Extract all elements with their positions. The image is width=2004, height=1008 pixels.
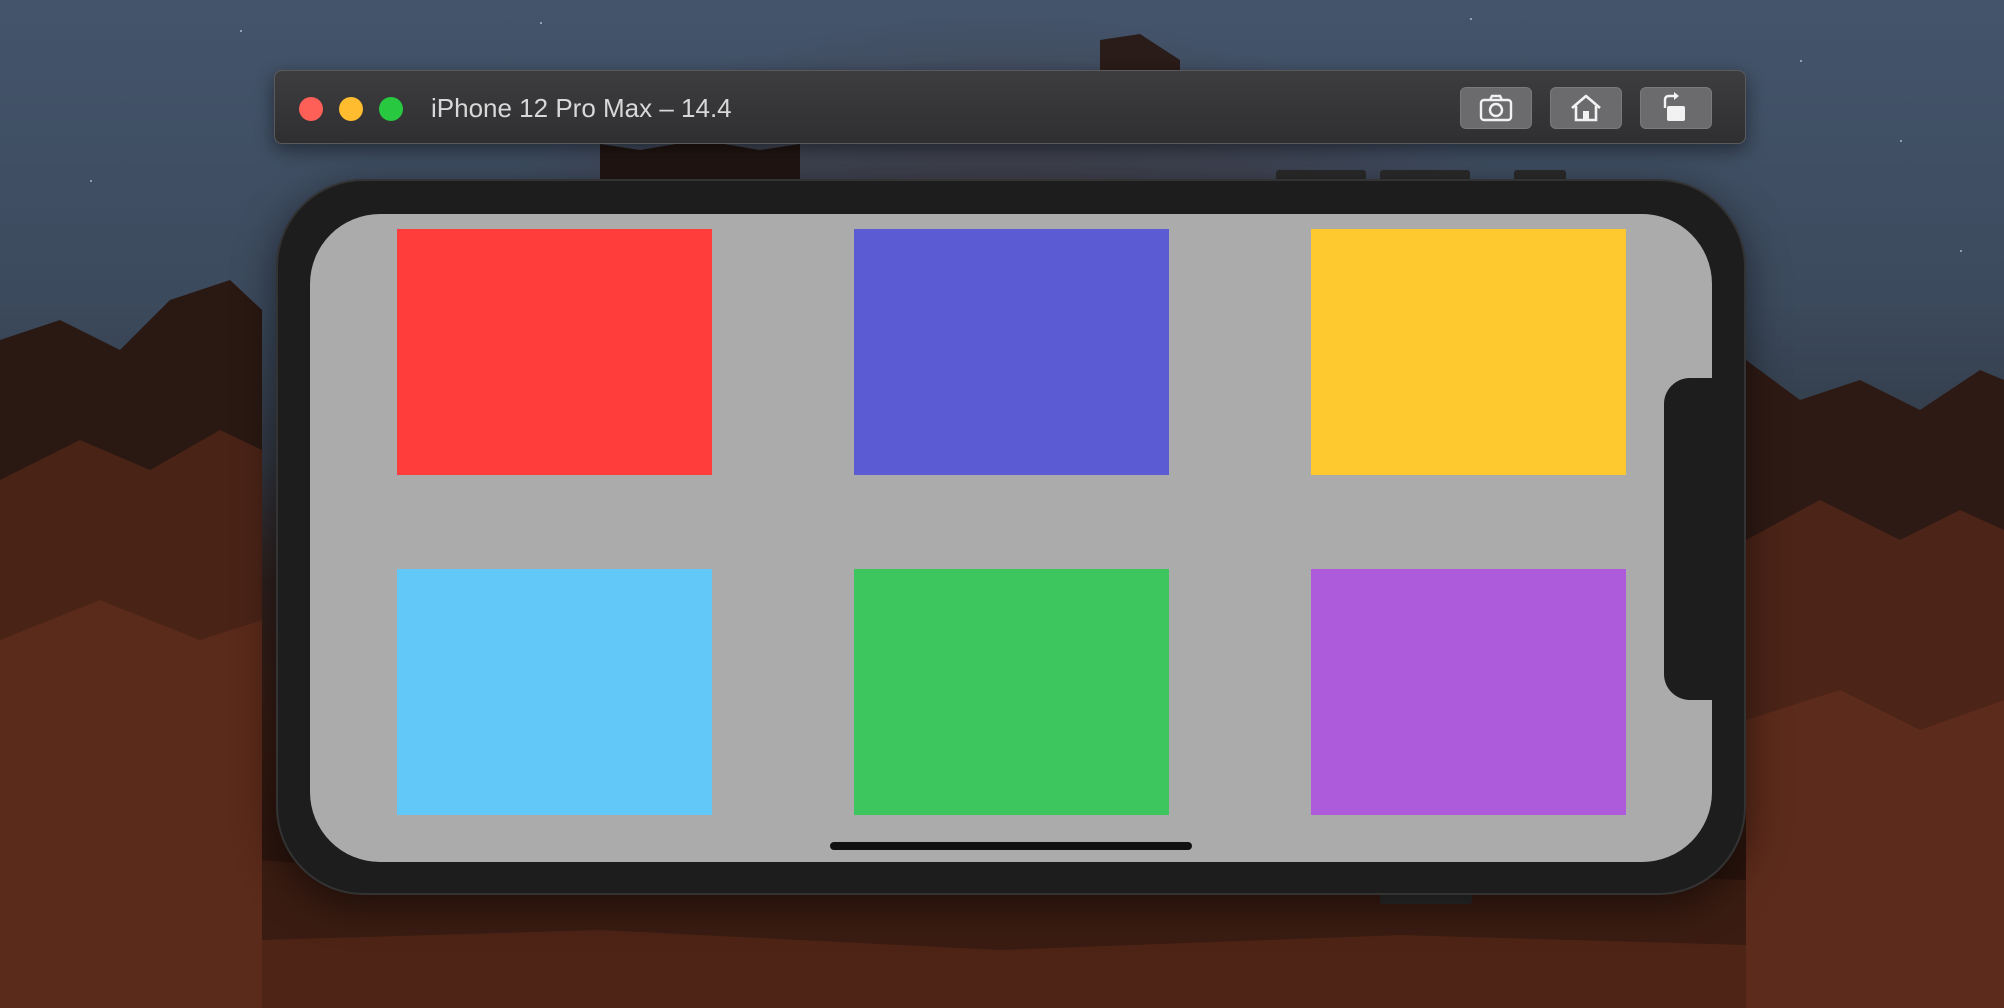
home-button[interactable]: [1550, 87, 1622, 129]
rotate-button[interactable]: [1640, 87, 1712, 129]
star: [90, 180, 92, 182]
simulator-title-bar[interactable]: iPhone 12 Pro Max – 14.4: [274, 70, 1746, 144]
window-title: iPhone 12 Pro Max – 14.4: [431, 93, 732, 123]
camera-icon: [1479, 94, 1513, 122]
screenshot-button[interactable]: [1460, 87, 1532, 129]
red-tile[interactable]: [397, 229, 712, 475]
close-button[interactable]: [299, 97, 323, 121]
green-tile[interactable]: [854, 569, 1169, 815]
home-icon: [1571, 94, 1601, 122]
star: [1470, 18, 1472, 20]
rotate-icon: [1663, 92, 1685, 121]
minimize-button[interactable]: [339, 97, 363, 121]
star: [1960, 250, 1962, 252]
star: [1800, 60, 1802, 62]
star: [540, 22, 542, 24]
sensor-notch: [1664, 378, 1714, 700]
home-indicator[interactable]: [830, 842, 1192, 850]
purple-tile[interactable]: [1311, 569, 1626, 815]
indigo-tile[interactable]: [854, 229, 1169, 475]
light-blue-tile[interactable]: [397, 569, 712, 815]
star: [240, 30, 242, 32]
zoom-button[interactable]: [379, 97, 403, 121]
yellow-tile[interactable]: [1311, 229, 1626, 475]
star: [1900, 140, 1902, 142]
